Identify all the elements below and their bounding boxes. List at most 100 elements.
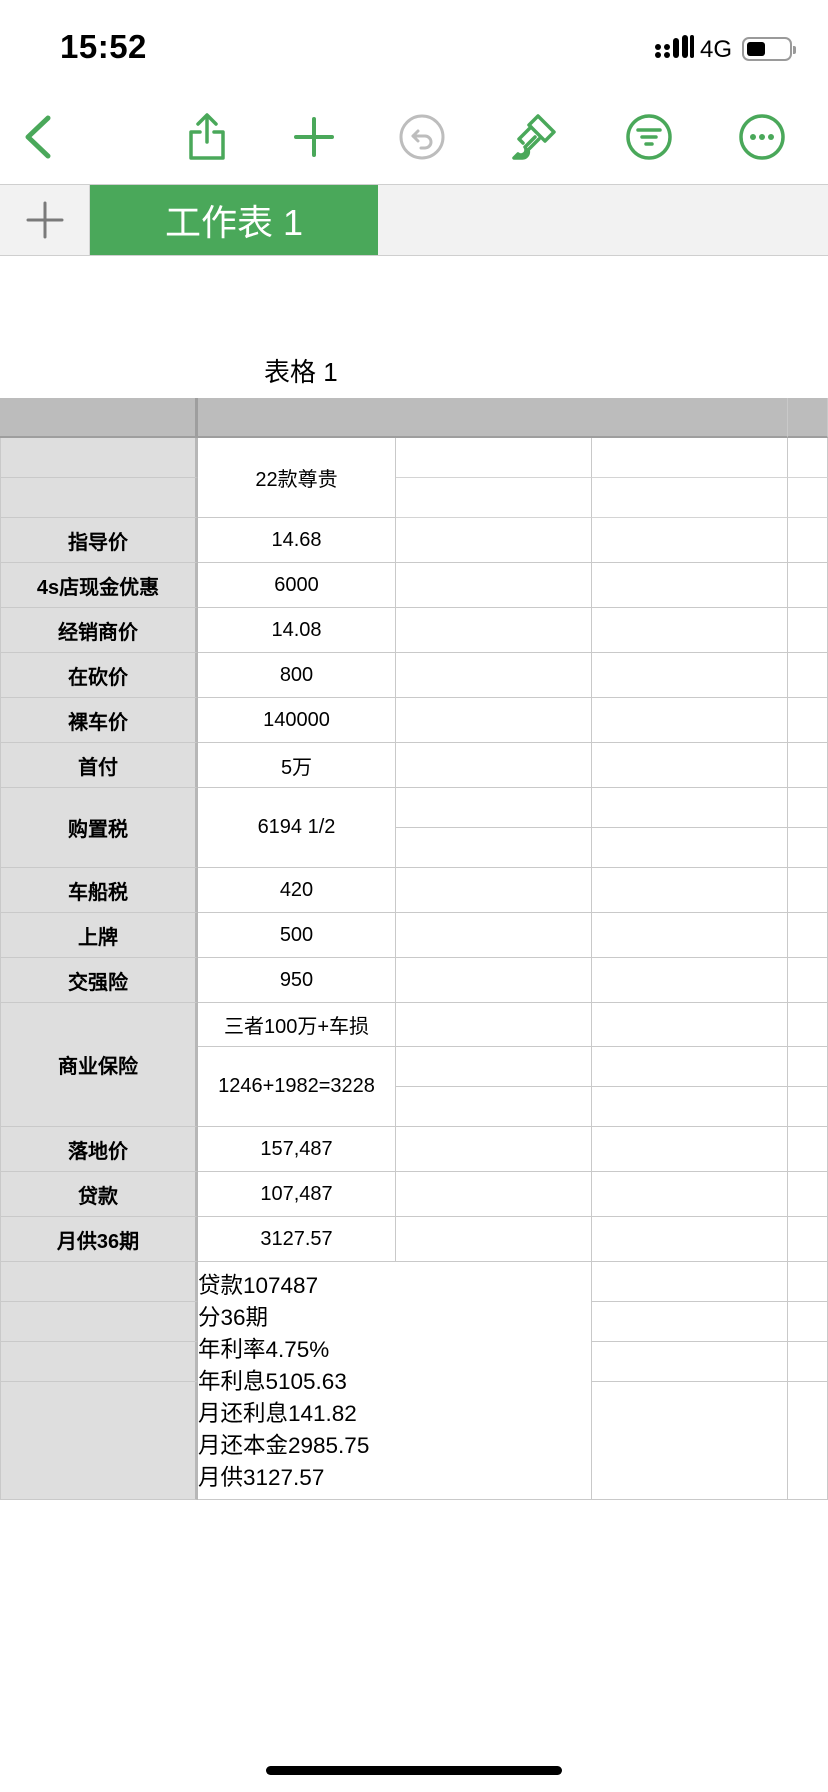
table-cell[interactable]: 107,487 xyxy=(198,1172,396,1217)
table-cell[interactable]: 800 xyxy=(198,653,396,698)
corner-header[interactable] xyxy=(0,398,198,438)
row-header[interactable]: 首付 xyxy=(0,743,198,788)
table-cell[interactable] xyxy=(396,1087,592,1127)
table-cell[interactable] xyxy=(592,1382,788,1500)
table-cell[interactable] xyxy=(592,788,788,828)
table-cell[interactable] xyxy=(592,698,788,743)
table-cell[interactable]: 6194 1/2 xyxy=(198,788,396,868)
table-cell[interactable]: 950 xyxy=(198,958,396,1003)
table-cell[interactable] xyxy=(592,1217,788,1262)
row-header[interactable]: 指导价 xyxy=(0,518,198,563)
table-cell[interactable] xyxy=(788,608,828,653)
table-cell[interactable] xyxy=(788,1087,828,1127)
home-indicator[interactable] xyxy=(266,1766,562,1775)
undo-icon[interactable] xyxy=(395,110,449,164)
row-header[interactable]: 落地价 xyxy=(0,1127,198,1172)
table-cell[interactable] xyxy=(788,913,828,958)
table-cell[interactable] xyxy=(788,698,828,743)
add-sheet-button[interactable] xyxy=(0,185,90,255)
table-cell[interactable] xyxy=(592,868,788,913)
table-cell[interactable] xyxy=(592,1047,788,1087)
column-header[interactable] xyxy=(198,398,788,438)
filter-icon[interactable] xyxy=(622,110,676,164)
table-cell[interactable] xyxy=(396,958,592,1003)
table-cell[interactable] xyxy=(788,828,828,868)
row-header[interactable]: 月供36期 xyxy=(0,1217,198,1262)
table-cell[interactable] xyxy=(592,913,788,958)
row-header[interactable]: 商业保险 xyxy=(0,1003,198,1127)
table-cell[interactable] xyxy=(396,698,592,743)
table-cell[interactable] xyxy=(396,478,592,518)
table-cell[interactable] xyxy=(788,478,828,518)
row-header[interactable]: 裸车价 xyxy=(0,698,198,743)
table-cell[interactable] xyxy=(396,868,592,913)
add-icon[interactable] xyxy=(287,110,341,164)
table-cell[interactable] xyxy=(788,1127,828,1172)
table-cell[interactable] xyxy=(592,438,788,478)
table-cell[interactable] xyxy=(396,653,592,698)
table-cell[interactable] xyxy=(788,743,828,788)
row-header[interactable]: 经销商价 xyxy=(0,608,198,653)
row-header[interactable]: 上牌 xyxy=(0,913,198,958)
row-header[interactable] xyxy=(0,478,198,518)
table-cell[interactable] xyxy=(396,743,592,788)
table-cell[interactable] xyxy=(592,958,788,1003)
tab-sheet-1[interactable]: 工作表 1 xyxy=(90,185,378,255)
table-cell[interactable] xyxy=(788,563,828,608)
table-cell[interactable] xyxy=(592,743,788,788)
table-cell[interactable]: 140000 xyxy=(198,698,396,743)
table-cell[interactable]: 三者100万+车损 xyxy=(198,1003,396,1047)
table-cell[interactable] xyxy=(788,788,828,828)
table-cell[interactable] xyxy=(592,1172,788,1217)
table-cell[interactable] xyxy=(592,1003,788,1047)
table-cell[interactable]: 420 xyxy=(198,868,396,913)
table-cell[interactable] xyxy=(592,828,788,868)
row-header[interactable]: 车船税 xyxy=(0,868,198,913)
table-cell[interactable] xyxy=(788,1047,828,1087)
table-cell[interactable]: 157,487 xyxy=(198,1127,396,1172)
table-cell[interactable] xyxy=(396,518,592,563)
table-cell[interactable] xyxy=(396,438,592,478)
table-cell[interactable] xyxy=(592,608,788,653)
table-cell[interactable] xyxy=(396,788,592,828)
table-cell[interactable] xyxy=(592,518,788,563)
row-header[interactable]: 4s店现金优惠 xyxy=(0,563,198,608)
table-cell[interactable] xyxy=(396,1047,592,1087)
table-cell[interactable] xyxy=(396,563,592,608)
format-brush-icon[interactable] xyxy=(508,110,562,164)
table-cell[interactable] xyxy=(396,828,592,868)
table-cell[interactable] xyxy=(592,653,788,698)
table-cell[interactable]: 6000 xyxy=(198,563,396,608)
table-cell[interactable]: 1246+1982=3228 xyxy=(198,1047,396,1127)
table-cell[interactable] xyxy=(788,653,828,698)
column-header[interactable] xyxy=(788,398,828,438)
row-header[interactable] xyxy=(0,438,198,478)
table-cell[interactable]: 5万 xyxy=(198,743,396,788)
table-cell[interactable]: 14.68 xyxy=(198,518,396,563)
row-header[interactable] xyxy=(0,1302,198,1342)
table-cell[interactable] xyxy=(788,1217,828,1262)
table-cell[interactable]: 3127.57 xyxy=(198,1217,396,1262)
table-cell[interactable] xyxy=(788,438,828,478)
row-header[interactable]: 购置税 xyxy=(0,788,198,868)
table-cell[interactable] xyxy=(592,1302,788,1342)
row-header[interactable]: 在砍价 xyxy=(0,653,198,698)
table-cell[interactable]: 14.08 xyxy=(198,608,396,653)
table-cell[interactable] xyxy=(788,1003,828,1047)
table-cell[interactable] xyxy=(592,1342,788,1382)
table-cell[interactable] xyxy=(788,1172,828,1217)
table-cell[interactable]: 22款尊贵 xyxy=(198,438,396,518)
table-cell[interactable] xyxy=(788,1302,828,1342)
table-title[interactable]: 表格 1 xyxy=(264,352,338,389)
back-icon[interactable] xyxy=(12,110,66,164)
table-cell[interactable] xyxy=(396,1127,592,1172)
table-cell[interactable] xyxy=(592,1127,788,1172)
table-cell[interactable] xyxy=(396,608,592,653)
table-cell[interactable]: 500 xyxy=(198,913,396,958)
table-cell[interactable] xyxy=(788,1342,828,1382)
row-header[interactable] xyxy=(0,1262,198,1302)
table-cell[interactable] xyxy=(592,563,788,608)
table-cell[interactable] xyxy=(592,1087,788,1127)
table-cell[interactable] xyxy=(592,478,788,518)
table-cell[interactable] xyxy=(788,518,828,563)
